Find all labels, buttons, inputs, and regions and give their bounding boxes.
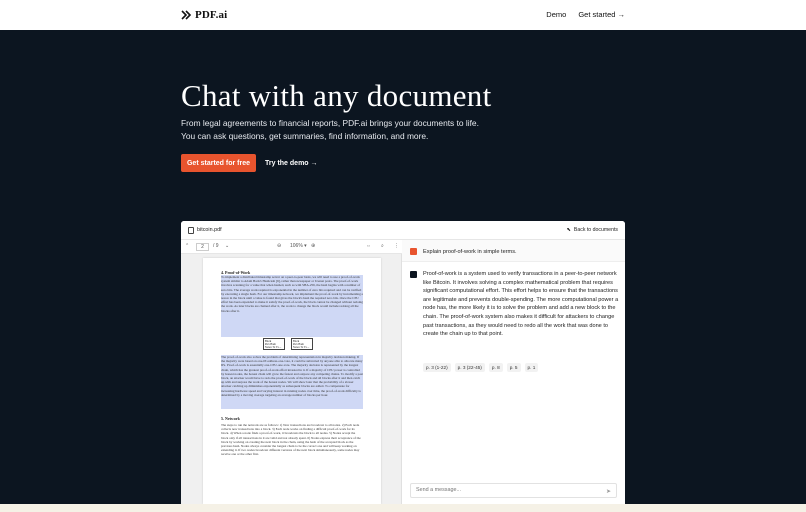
file-name: bitcoin.pdf — [197, 227, 222, 233]
pdf-section-5-heading: 5. Network — [221, 416, 240, 421]
fit-width-icon[interactable]: ⇔ — [366, 243, 371, 249]
search-icon[interactable]: ⌕ — [381, 243, 384, 249]
logo-icon — [181, 10, 192, 20]
back-arrow-icon: ⬉ — [566, 227, 571, 233]
more-options-icon[interactable]: ⋮ — [394, 243, 399, 249]
zoom-in-icon[interactable]: ⊕ — [311, 243, 315, 249]
nav-links: Demo Get started → — [546, 10, 625, 19]
pdf-toolbar: ⌃ 2 / 9 ⌄ ⊖ 106% ▾ ⊕ ⇔ ⌕ ⋮ — [181, 240, 402, 254]
assistant-message-text: Proof-of-work is a system used to verify… — [423, 271, 619, 338]
page-number-input[interactable]: 2 — [196, 243, 209, 251]
citation-chip[interactable]: p. 5 — [506, 363, 521, 372]
next-page-icon[interactable]: ⌄ — [225, 243, 229, 249]
bottom-strip — [0, 504, 806, 512]
citation-chip[interactable]: p. 3 (22-45) — [454, 363, 485, 372]
app-header: bitcoin.pdf ⬉ Back to documents — [181, 221, 625, 240]
hero-section: Chat with any document From legal agreem… — [0, 30, 806, 504]
user-avatar-icon — [410, 248, 417, 255]
message-input[interactable] — [416, 487, 596, 493]
demo-app-window: bitcoin.pdf ⬉ Back to documents ⌃ 2 / 9 … — [181, 221, 625, 504]
assistant-avatar-icon — [410, 271, 417, 278]
citation-chip[interactable]: p. 8 — [488, 363, 503, 372]
chat-panel: Explain proof-of-work in simple terms. P… — [402, 240, 625, 504]
logo[interactable]: PDF.ai — [181, 9, 227, 21]
pdf-page: 4. Proof-of-Work To implement a distribu… — [203, 258, 381, 504]
zoom-select[interactable]: 106% ▾ — [290, 243, 307, 249]
pdf-section-4-text-2: The proof-of-work also solves the proble… — [221, 355, 363, 409]
file-icon — [188, 227, 194, 234]
hero-title: Chat with any document — [181, 78, 492, 113]
page-total: / 9 — [213, 243, 219, 249]
get-started-link[interactable]: Get started → — [578, 10, 625, 19]
hero-subtitle: From legal agreements to financial repor… — [181, 118, 479, 141]
citation-list: p. 3 (1-22) p. 3 (22-45) p. 8 p. 5 p. 1 — [423, 363, 539, 372]
block-box-1: Block Prev Hash Nonce Tx Tx ... — [263, 338, 285, 350]
pdf-viewer[interactable]: ⌃ 2 / 9 ⌄ ⊖ 106% ▾ ⊕ ⇔ ⌕ ⋮ 4. Proof-of-W… — [181, 240, 402, 504]
block-box-2: Block Prev Hash Nonce Tx Tx ... — [291, 338, 313, 350]
top-nav: PDF.ai Demo Get started → — [0, 0, 806, 30]
prev-page-icon[interactable]: ⌃ — [185, 243, 189, 249]
back-to-documents-button[interactable]: ⬉ Back to documents — [567, 227, 618, 233]
pdf-block-diagram: Block Prev Hash Nonce Tx Tx ... Block Prev… — [263, 338, 313, 350]
pdf-section-5-text: The steps to run the network are as foll… — [221, 423, 361, 457]
message-composer: ➤ — [410, 483, 617, 498]
citation-chip[interactable]: p. 3 (1-22) — [423, 363, 451, 372]
send-icon[interactable]: ➤ — [606, 488, 611, 495]
zoom-out-icon[interactable]: ⊖ — [277, 243, 281, 249]
try-demo-button[interactable]: Try the demo → — [265, 154, 318, 172]
user-message: Explain proof-of-work in simple terms. — [402, 240, 625, 262]
get-started-free-button[interactable]: Get started for free — [181, 154, 256, 172]
back-label: Back to documents — [573, 227, 618, 233]
pdf-section-4-text: To implement a distributed timestamp ser… — [221, 275, 363, 337]
citation-chip[interactable]: p. 1 — [524, 363, 539, 372]
user-message-text: Explain proof-of-work in simple terms. — [423, 249, 517, 255]
demo-link[interactable]: Demo — [546, 10, 566, 19]
logo-text: PDF.ai — [195, 9, 228, 21]
